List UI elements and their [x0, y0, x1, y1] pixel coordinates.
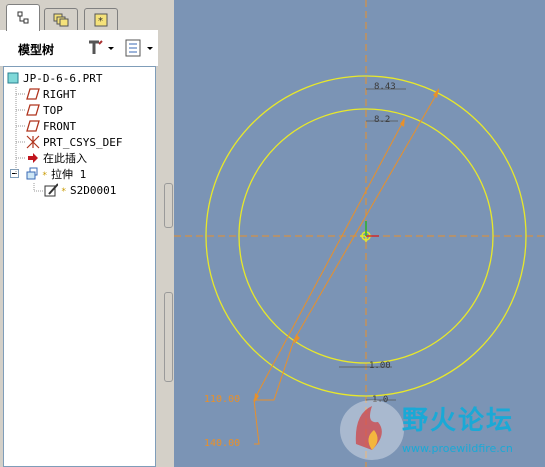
dim-label-top-1[interactable]: 8.43	[374, 82, 396, 92]
dim-label-top-2[interactable]: 8.2	[374, 115, 390, 125]
show-list-icon	[125, 39, 153, 57]
dim-label-bottom-1[interactable]: 1.00	[369, 361, 391, 371]
panel-title: 模型树	[18, 43, 55, 57]
model-tree-icon	[17, 11, 29, 24]
model-tree-panel: * 模型树 JP-D-6-6.PRT RIGHT TOP FRONT PRT_C…	[0, 0, 163, 467]
tree-connector-lines	[15, 87, 44, 192]
dimension-leader-inner	[253, 399, 260, 445]
tree-item-label: S2D0001	[70, 183, 117, 197]
watermark-url: www.proewildfire.cn	[402, 442, 513, 455]
settings-menu-button[interactable]	[86, 38, 116, 58]
svg-text:*: *	[98, 16, 103, 27]
panel-divider[interactable]	[158, 0, 163, 467]
dim-arrowhead	[254, 393, 259, 403]
favorites-icon: *	[94, 13, 108, 27]
tab-layers[interactable]	[44, 8, 78, 30]
layers-icon	[53, 13, 69, 26]
model-tree-toolbar: 模型树	[0, 30, 163, 67]
tab-model-tree[interactable]	[6, 4, 40, 31]
dimension-leader-outer	[254, 339, 295, 401]
dim-label-outer-diameter[interactable]: 110.00	[204, 394, 240, 405]
panel-tabstrip: *	[0, 0, 163, 31]
forum-watermark: 野火论坛 www.proewildfire.cn	[336, 394, 545, 467]
splitter-handle-top[interactable]	[164, 183, 173, 228]
dim-label-inner-diameter[interactable]: 140.00	[204, 438, 240, 449]
watermark-title: 野火论坛	[402, 406, 515, 436]
model-tree: JP-D-6-6.PRT RIGHT TOP FRONT PRT_CSYS_DE…	[3, 66, 156, 467]
show-menu-button[interactable]	[125, 38, 157, 58]
splitter-handle-bottom[interactable]	[164, 292, 173, 382]
tab-favorites[interactable]: *	[84, 8, 118, 30]
tools-icon	[89, 40, 114, 54]
